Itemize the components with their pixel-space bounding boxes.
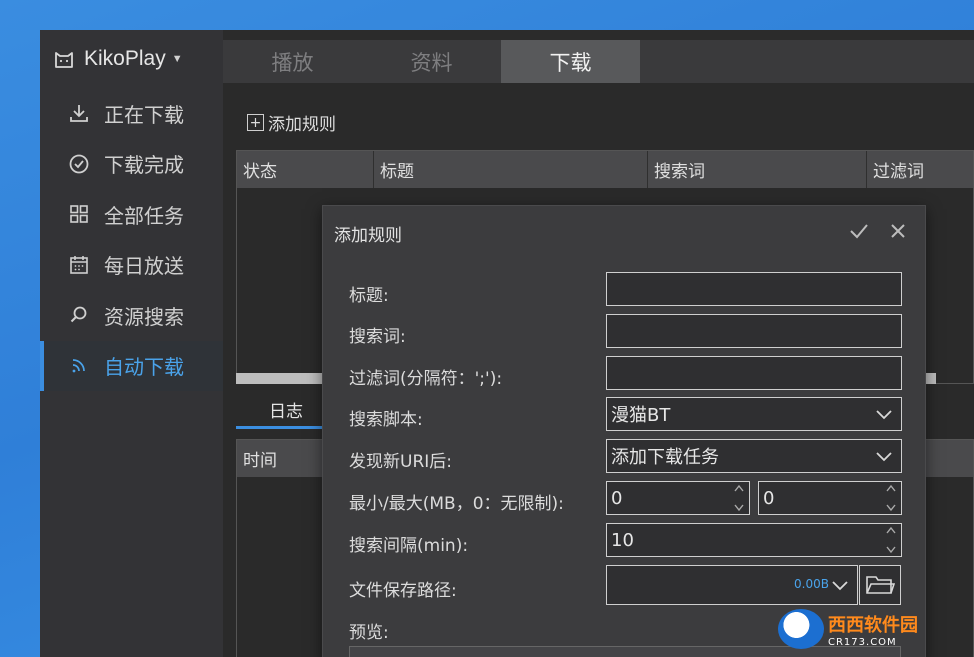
- sidebar-item-auto-download[interactable]: 自动下载: [40, 340, 223, 391]
- column-header-search[interactable]: 搜索词: [648, 151, 867, 188]
- interval-label: 搜索间隔(min):: [349, 536, 469, 556]
- sidebar-item-daily[interactable]: 每日放送: [40, 240, 223, 291]
- title-input[interactable]: [611, 273, 901, 305]
- main-tabs: 播放 资料 下载: [223, 40, 974, 83]
- spin-arrows[interactable]: [731, 484, 747, 512]
- search-icon: [68, 304, 90, 326]
- sidebar-item-all-tasks[interactable]: 全部任务: [40, 189, 223, 240]
- plus-box-icon: +: [247, 114, 264, 131]
- interval-value: 10: [611, 529, 634, 551]
- sidebar-item-label: 下载完成: [104, 153, 184, 178]
- download-icon: [68, 102, 90, 124]
- filter-input-box[interactable]: [606, 356, 902, 390]
- add-rule-dialog: 添加规则 标题: 搜索词: 过滤词(分隔符：';'): 搜索脚本: 漫猫BT 发…: [322, 205, 926, 657]
- app-name: KikoPlay: [84, 47, 166, 70]
- add-rule-label: 添加规则: [268, 115, 336, 135]
- script-select[interactable]: 漫猫BT: [606, 397, 902, 431]
- size-label: 最小/最大(MB，0：无限制):: [349, 494, 564, 514]
- search-word-label: 搜索词:: [349, 327, 406, 347]
- tab-library[interactable]: 资料: [362, 40, 501, 83]
- script-select-value: 漫猫BT: [611, 405, 671, 426]
- interval-spinbox[interactable]: 10: [606, 523, 902, 557]
- max-size-spinbox[interactable]: 0: [758, 481, 902, 515]
- watermark-brand: 西西软件园: [828, 614, 918, 636]
- column-header-filter[interactable]: 过滤词: [867, 151, 973, 188]
- filter-label: 过滤词(分隔符：';'):: [349, 369, 503, 389]
- browse-folder-button[interactable]: [859, 565, 901, 605]
- check-circle-icon: [68, 153, 90, 175]
- action-select-value: 添加下载任务: [611, 447, 719, 468]
- sidebar-item-label: 自动下载: [104, 355, 184, 380]
- title-input-box[interactable]: [606, 272, 902, 306]
- spin-up-icon[interactable]: [885, 484, 897, 493]
- cat-logo-icon: [55, 52, 73, 68]
- spin-up-icon[interactable]: [733, 484, 745, 493]
- grid-icon: [68, 203, 90, 225]
- spin-down-icon[interactable]: [885, 503, 897, 512]
- spin-down-icon[interactable]: [733, 503, 745, 512]
- spin-up-icon[interactable]: [885, 526, 897, 535]
- sidebar-item-label: 正在下载: [104, 102, 184, 127]
- column-header-status[interactable]: 状态: [237, 151, 374, 188]
- save-path-label: 文件保存路径:: [349, 581, 457, 601]
- search-word-input[interactable]: [611, 315, 901, 347]
- tab-play[interactable]: 播放: [223, 40, 362, 83]
- tab-download[interactable]: 下载: [501, 40, 640, 83]
- search-word-input-box[interactable]: [606, 314, 902, 348]
- confirm-check-icon[interactable]: [849, 222, 869, 240]
- close-icon[interactable]: [889, 222, 907, 240]
- chevron-down-icon: [876, 410, 892, 420]
- folder-icon: [866, 576, 895, 594]
- chevron-down-icon: [832, 581, 848, 591]
- site-watermark: 西西软件园 CR173.COM: [778, 608, 958, 650]
- title-label: 标题:: [349, 286, 389, 306]
- filter-input[interactable]: [611, 357, 901, 389]
- sidebar-item-downloading[interactable]: 正在下载: [40, 88, 223, 139]
- script-label: 搜索脚本:: [349, 410, 423, 430]
- sidebar-item-label: 资源搜索: [104, 304, 184, 329]
- brand-menu[interactable]: KikoPlay ▼: [40, 30, 223, 88]
- action-label: 发现新URI后:: [349, 452, 452, 472]
- preview-label: 预览:: [349, 623, 389, 643]
- chevron-down-icon: ▼: [171, 53, 183, 65]
- sidebar-item-label: 每日放送: [104, 254, 184, 279]
- tab-log[interactable]: 日志: [236, 392, 336, 429]
- chevron-down-icon: [876, 452, 892, 462]
- save-path-select[interactable]: 0.00B: [606, 565, 858, 605]
- sidebar-item-completed[interactable]: 下载完成: [40, 139, 223, 190]
- free-space-value: 0.00B: [794, 577, 829, 591]
- spin-arrows[interactable]: [883, 484, 899, 512]
- sidebar-item-search[interactable]: 资源搜索: [40, 290, 223, 341]
- min-size-value: 0: [611, 487, 623, 509]
- sidebar: KikoPlay ▼ 正在下载 下载完成 全部任务 每日放送 资源搜索 自动下载: [40, 30, 223, 657]
- rss-icon: [68, 355, 90, 377]
- action-select[interactable]: 添加下载任务: [606, 439, 902, 473]
- dialog-title: 添加规则: [334, 226, 402, 246]
- max-size-value: 0: [763, 487, 775, 509]
- watermark-logo-icon: [778, 609, 824, 649]
- sidebar-item-label: 全部任务: [104, 203, 184, 228]
- rule-table-header: 状态 标题 搜索词 过滤词: [237, 151, 973, 188]
- spin-down-icon[interactable]: [885, 545, 897, 554]
- spin-arrows[interactable]: [883, 526, 899, 554]
- add-rule-button[interactable]: + 添加规则: [247, 110, 336, 135]
- watermark-site: CR173.COM: [828, 636, 897, 648]
- min-size-spinbox[interactable]: 0: [606, 481, 750, 515]
- column-header-title[interactable]: 标题: [374, 151, 648, 188]
- calendar-icon: [68, 254, 90, 276]
